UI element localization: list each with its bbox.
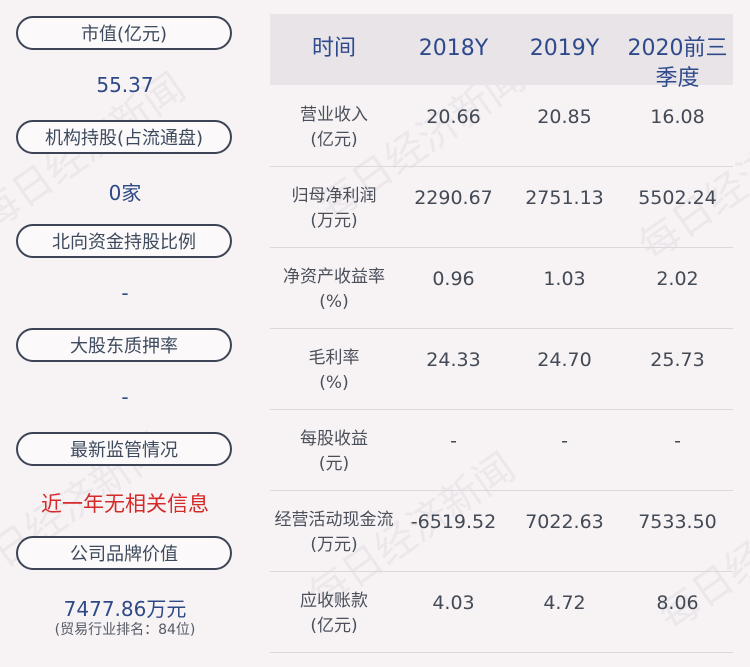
cell-value: 20.85 xyxy=(537,106,592,128)
brand-rank-note: (贸易行业排名：84位) xyxy=(54,622,196,638)
row-label: 净资产收益率 (%) xyxy=(283,267,385,312)
cell-value: - xyxy=(674,430,681,452)
header-time: 时间 xyxy=(311,36,356,61)
row-label: 营业收入 (亿元) xyxy=(300,105,368,150)
cell-value: 4.72 xyxy=(543,592,586,614)
row-label: 归母净利润 (万元) xyxy=(291,186,377,231)
table-row: 每股收益 (元) - - - xyxy=(270,409,733,491)
cell-value: -6519.52 xyxy=(410,511,497,533)
cell-value: 24.70 xyxy=(537,349,592,371)
institution-holding-label: 机构持股(占流通盘) xyxy=(16,120,232,154)
market-cap-value: 55.37 xyxy=(96,73,154,97)
table-row: 净资产收益率 (%) 0.96 1.03 2.02 xyxy=(270,247,733,329)
table-header: 时间 2018Y 2019Y 2020前三 季度 xyxy=(270,14,733,91)
northbound-ratio-value: - xyxy=(121,281,129,305)
table-row: 毛利率 (%) 24.33 24.70 25.73 xyxy=(270,328,733,410)
header-2018: 2018Y xyxy=(418,36,489,61)
table-row: 应收账款 (亿元) 4.03 4.72 8.06 xyxy=(270,571,733,653)
institution-holding-value: 0家 xyxy=(108,181,142,205)
cell-value: 16.08 xyxy=(650,106,705,128)
cell-value: 7533.50 xyxy=(638,511,717,533)
regulation-label: 最新监管情况 xyxy=(16,432,232,466)
table-row: 经营活动现金流 (万元) -6519.52 7022.63 7533.50 xyxy=(270,490,733,572)
pledge-ratio-label: 大股东质押率 xyxy=(16,328,232,362)
market-cap-label: 市值(亿元) xyxy=(16,16,232,50)
northbound-ratio-label: 北向资金持股比例 xyxy=(16,224,232,258)
table-row: 归母净利润 (万元) 2290.67 2751.13 5502.24 xyxy=(270,166,733,248)
pledge-ratio-value: - xyxy=(121,385,129,409)
brand-value-value: 7477.86万元 xyxy=(63,597,187,621)
cell-value: 7022.63 xyxy=(525,511,604,533)
table-row: 营业收入 (亿元) 20.66 20.85 16.08 xyxy=(270,85,733,167)
cell-value: - xyxy=(561,430,568,452)
cell-value: 0.96 xyxy=(432,268,475,290)
cell-value: 2751.13 xyxy=(525,187,604,209)
regulation-value: 近一年无相关信息 xyxy=(41,492,209,516)
cell-value: 20.66 xyxy=(426,106,481,128)
cell-value: 2.02 xyxy=(656,268,699,290)
left-summary-panel: 市值(亿元) 55.37 机构持股(占流通盘) 0家 北向资金持股比例 - 大股… xyxy=(0,0,250,667)
cell-value: 25.73 xyxy=(650,349,705,371)
row-label: 经营活动现金流 (万元) xyxy=(274,510,394,555)
row-label: 应收账款 (亿元) xyxy=(300,591,368,636)
cell-value: 4.03 xyxy=(432,592,475,614)
header-2019: 2019Y xyxy=(529,36,600,61)
cell-value: 24.33 xyxy=(426,349,481,371)
cell-value: 2290.67 xyxy=(414,187,493,209)
row-label: 毛利率 (%) xyxy=(308,348,360,393)
cell-value: 1.03 xyxy=(543,268,586,290)
row-label: 每股收益 (元) xyxy=(300,429,368,474)
cell-value: 5502.24 xyxy=(638,187,717,209)
cell-value: 8.06 xyxy=(656,592,699,614)
cell-value: - xyxy=(450,430,457,452)
brand-value-label: 公司品牌价值 xyxy=(16,536,232,570)
